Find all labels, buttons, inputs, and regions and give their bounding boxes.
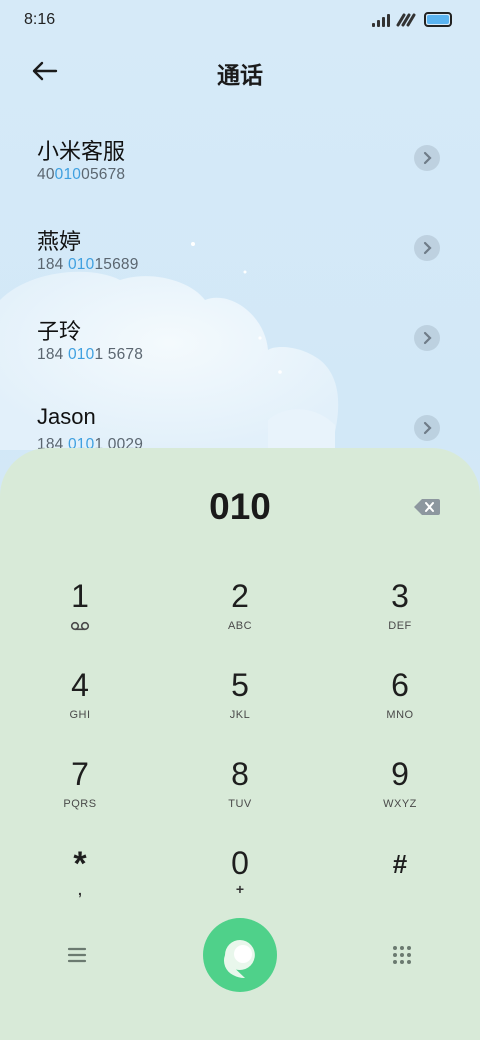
- key-digit: #: [392, 849, 408, 879]
- chevron-right-icon: [423, 421, 432, 435]
- call-icon: [223, 940, 255, 979]
- wifi-icon: [396, 13, 416, 26]
- key-letters: ABC: [227, 620, 253, 632]
- signal-icon: [372, 13, 390, 27]
- key-letters: DEF: [388, 620, 412, 632]
- chevron-right-icon: [423, 241, 432, 255]
- key-digit: 0: [231, 845, 249, 881]
- status-bar: 8:16: [0, 0, 480, 40]
- dialed-number[interactable]: 010: [0, 486, 480, 528]
- key-hash[interactable]: #: [340, 846, 460, 922]
- contact-name: Jason: [37, 404, 96, 429]
- status-time: 8:16: [24, 11, 56, 28]
- contact-name: 燕婷: [37, 229, 82, 254]
- key-letters: ,: [78, 882, 82, 898]
- key-letters: TUV: [228, 798, 252, 810]
- contact-item[interactable]: 小米客服 4001005678: [0, 134, 480, 224]
- contact-name: 小米客服: [37, 139, 126, 164]
- menu-icon: [67, 947, 87, 963]
- contact-detail-button[interactable]: [414, 415, 440, 441]
- key-digit: 8: [231, 756, 249, 792]
- key-8[interactable]: 8 TUV: [180, 756, 300, 832]
- key-5[interactable]: 5 JKL: [180, 667, 300, 743]
- key-digit: 1: [71, 578, 89, 614]
- keypad-toggle-button[interactable]: [392, 945, 412, 965]
- key-digit: 6: [391, 667, 409, 703]
- contact-name: 子玲: [37, 319, 82, 344]
- key-letters: GHI: [69, 709, 91, 721]
- key-3[interactable]: 3 DEF: [340, 578, 460, 654]
- contact-detail-button[interactable]: [414, 145, 440, 171]
- contact-detail-button[interactable]: [414, 325, 440, 351]
- key-digit: 5: [231, 667, 249, 703]
- key-star[interactable]: * ,: [20, 846, 140, 922]
- contact-item[interactable]: 燕婷 184 01015689: [0, 224, 480, 314]
- contact-detail-button[interactable]: [414, 235, 440, 261]
- key-6[interactable]: 6 MNO: [340, 667, 460, 743]
- key-4[interactable]: 4 GHI: [20, 667, 140, 743]
- key-digit: *: [73, 845, 87, 883]
- key-letters: MNO: [386, 709, 414, 721]
- call-button[interactable]: [203, 918, 277, 992]
- key-7[interactable]: 7 PQRS: [20, 756, 140, 832]
- contact-number: 184 01015689: [37, 256, 139, 273]
- key-letters: WXYZ: [383, 798, 417, 810]
- backspace-icon: [414, 499, 440, 515]
- key-letters: PQRS: [63, 798, 97, 810]
- contact-number: 184 0101 5678: [37, 346, 144, 363]
- key-digit: 2: [231, 578, 249, 614]
- chevron-right-icon: [423, 331, 432, 345]
- contact-number: 4001005678: [37, 166, 126, 183]
- keypad-grid-icon: [393, 946, 411, 964]
- menu-button[interactable]: [66, 945, 88, 965]
- header: 通话: [0, 48, 480, 94]
- key-2[interactable]: 2 ABC: [180, 578, 300, 654]
- key-1[interactable]: 1: [20, 578, 140, 654]
- key-0[interactable]: 0 +: [180, 845, 300, 921]
- key-digit: 7: [71, 756, 89, 792]
- key-digit: 9: [391, 756, 409, 792]
- key-digit: 3: [391, 578, 409, 614]
- voicemail-icon: [70, 621, 90, 631]
- key-digit: 4: [71, 667, 89, 703]
- chevron-right-icon: [423, 151, 432, 165]
- delete-button[interactable]: [413, 496, 441, 518]
- page-title: 通话: [217, 62, 263, 88]
- contact-item[interactable]: 子玲 184 0101 5678: [0, 314, 480, 404]
- key-letters: +: [235, 881, 245, 897]
- battery-icon: [424, 12, 452, 27]
- key-letters: JKL: [229, 709, 251, 721]
- key-9[interactable]: 9 WXYZ: [340, 756, 460, 832]
- status-icons: [372, 12, 452, 27]
